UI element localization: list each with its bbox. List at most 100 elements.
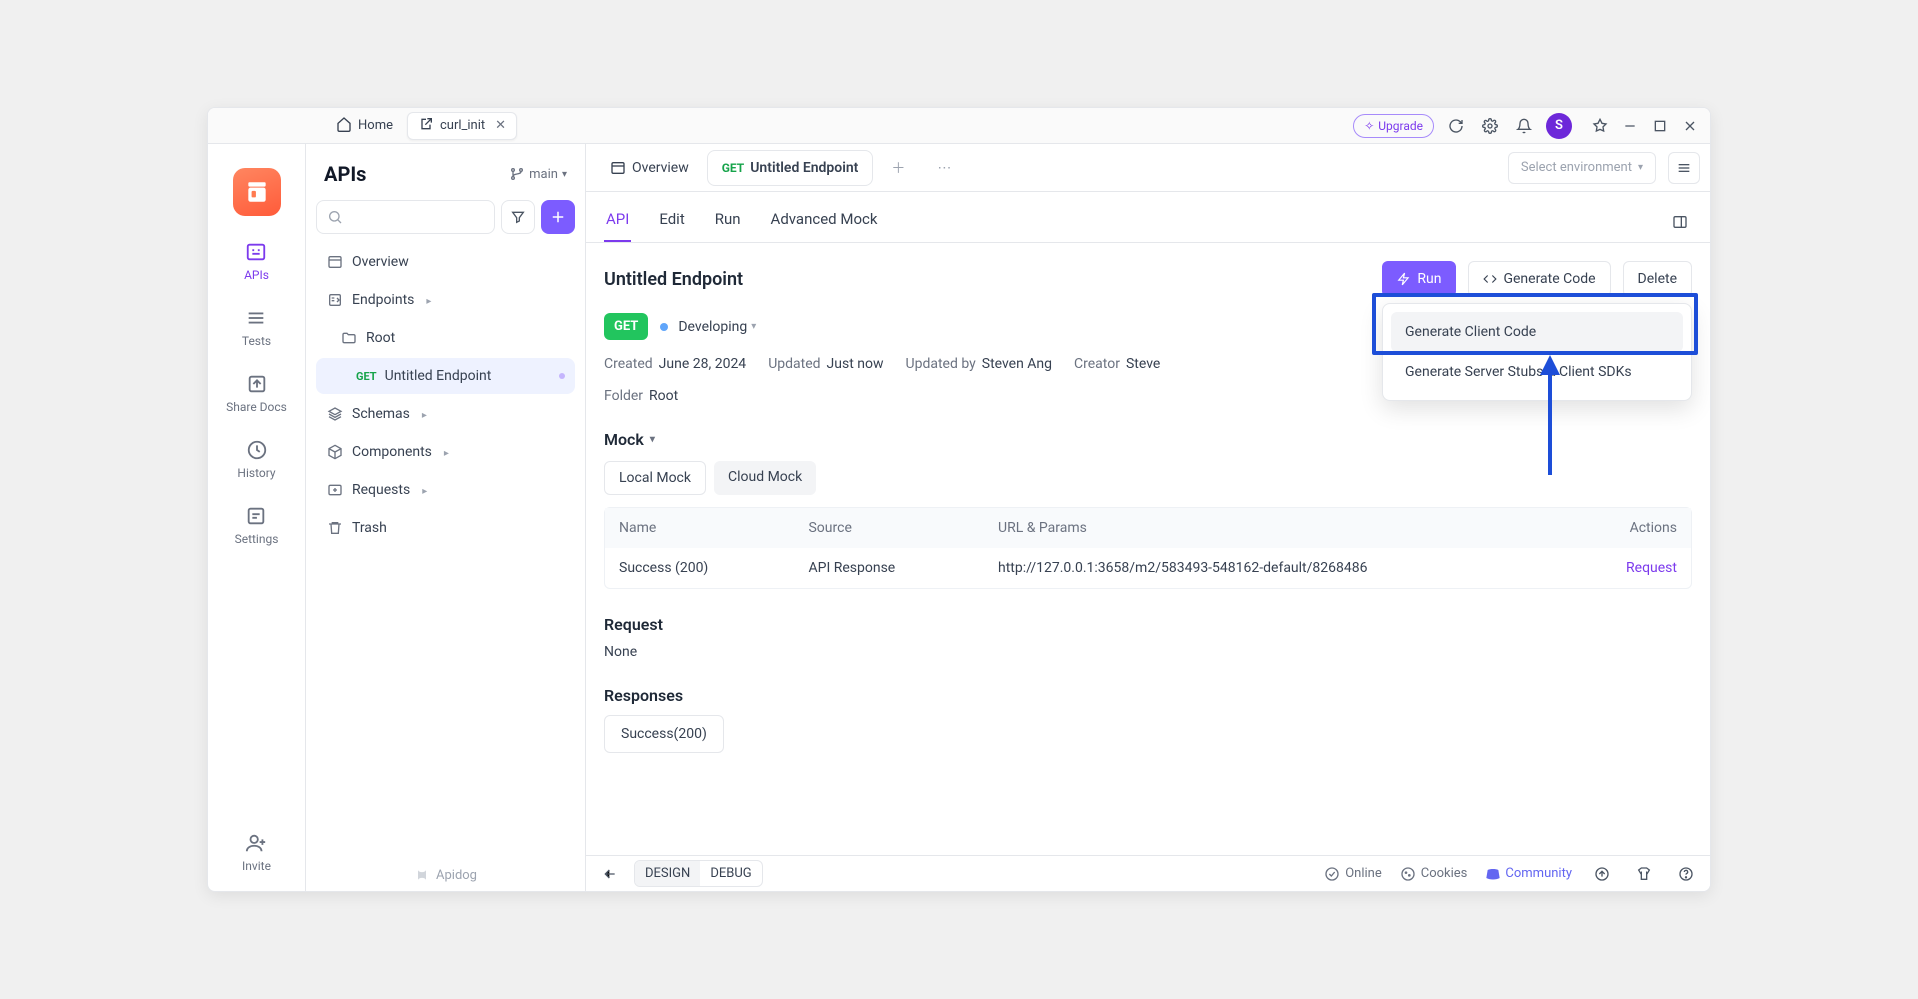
page-title: Untitled Endpoint — [604, 269, 1370, 290]
pin-icon[interactable] — [1588, 114, 1612, 138]
environment-select[interactable]: Select environment ▾ — [1508, 152, 1656, 184]
rail-tests[interactable]: Tests — [242, 306, 271, 348]
refresh-icon[interactable] — [1444, 114, 1468, 138]
collapse-sidebar-icon[interactable] — [598, 862, 622, 886]
tree-trash[interactable]: Trash — [316, 510, 575, 546]
panel-toggle-button[interactable] — [1668, 152, 1700, 184]
mock-tab-local[interactable]: Local Mock — [604, 461, 706, 495]
rail-settings-label: Settings — [235, 532, 279, 546]
status-community[interactable]: Community — [1485, 866, 1572, 882]
tree-requests[interactable]: Requests — [316, 472, 575, 508]
col-actions: Actions — [1551, 520, 1677, 536]
status-cookies[interactable]: Cookies — [1400, 866, 1468, 882]
mode-debug[interactable]: DEBUG — [700, 861, 761, 886]
meta-updated: UpdatedJust now — [768, 356, 883, 372]
bell-icon[interactable] — [1512, 114, 1536, 138]
maximize-icon[interactable] — [1648, 114, 1672, 138]
sparkle-icon: ✧ — [1364, 119, 1374, 133]
rail-sharedocs-label: Share Docs — [226, 400, 287, 414]
layout-toggle-icon[interactable] — [1668, 210, 1692, 234]
shirt-icon[interactable] — [1632, 862, 1656, 886]
subtab-api[interactable]: API — [604, 202, 631, 242]
chevron-right-icon — [422, 292, 431, 308]
cell-name: Success (200) — [619, 560, 808, 576]
tree-root[interactable]: Root — [316, 320, 575, 356]
tab-home[interactable]: Home — [326, 112, 403, 140]
dropdown-generate-stubs[interactable]: Generate Server Stubs & Client SDKs — [1391, 352, 1683, 392]
check-icon — [1324, 866, 1340, 882]
close-icon[interactable]: ✕ — [495, 118, 506, 133]
subtab-edit[interactable]: Edit — [657, 202, 686, 242]
tree-overview[interactable]: Overview — [316, 244, 575, 280]
run-button[interactable]: Run — [1382, 261, 1456, 297]
search-input[interactable] — [316, 200, 495, 234]
dropdown-generate-client[interactable]: Generate Client Code — [1391, 312, 1683, 352]
upload-icon[interactable] — [1590, 862, 1614, 886]
env-placeholder: Select environment — [1521, 160, 1632, 175]
upgrade-button[interactable]: ✧ Upgrade — [1353, 114, 1434, 138]
response-success-pill[interactable]: Success(200) — [604, 715, 724, 753]
status-dot-icon — [660, 323, 668, 331]
status-developing[interactable]: Developing ▾ — [660, 319, 756, 335]
cookie-icon — [1400, 866, 1416, 882]
mode-segmented: DESIGN DEBUG — [634, 860, 763, 887]
rail-sharedocs[interactable]: Share Docs — [226, 372, 287, 414]
code-icon — [1483, 272, 1497, 286]
filter-icon — [510, 209, 526, 225]
rail-history-label: History — [237, 466, 275, 480]
meta-folder: FolderRoot — [604, 388, 678, 404]
branch-icon — [509, 166, 525, 182]
tree-overview-label: Overview — [352, 254, 409, 270]
mock-tab-cloud[interactable]: Cloud Mock — [714, 461, 816, 495]
subtabs: API Edit Run Advanced Mock — [586, 192, 1710, 243]
request-section-title: Request — [604, 615, 1692, 634]
meta-creator: CreatorSteve — [1074, 356, 1160, 372]
main-tab-overview[interactable]: Overview — [596, 150, 703, 186]
tree-components[interactable]: Components — [316, 434, 575, 470]
help-icon[interactable] — [1674, 862, 1698, 886]
status-online[interactable]: Online — [1324, 866, 1382, 882]
tree-endpoints[interactable]: Endpoints — [316, 282, 575, 318]
requests-icon — [326, 482, 344, 498]
main-tab-endpoint[interactable]: GET Untitled Endpoint — [707, 150, 874, 186]
subtab-advanced-mock[interactable]: Advanced Mock — [769, 202, 880, 242]
close-icon[interactable] — [1678, 114, 1702, 138]
sidebar: APIs main ▾ Overview — [306, 144, 586, 891]
app-logo[interactable] — [233, 168, 281, 216]
meta-updated-by: Updated bySteven Ang — [906, 356, 1053, 372]
responses-section-title: Responses — [604, 686, 1692, 705]
add-button[interactable] — [541, 200, 575, 234]
filter-button[interactable] — [501, 200, 535, 234]
main-tabs: Overview GET Untitled Endpoint ＋ ⋯ Selec… — [586, 144, 1710, 192]
tree-root-label: Root — [366, 330, 395, 346]
branch-selector[interactable]: main ▾ — [509, 166, 567, 182]
subtab-run[interactable]: Run — [713, 202, 743, 242]
tree-schemas[interactable]: Schemas — [316, 396, 575, 432]
rail-settings[interactable]: Settings — [235, 504, 279, 546]
method-badge: GET — [604, 313, 648, 340]
avatar[interactable]: S — [1546, 113, 1572, 139]
mock-section-title[interactable]: Mock ▾ — [604, 430, 1692, 449]
generate-code-button[interactable]: Generate Code — [1468, 261, 1610, 297]
gear-icon[interactable] — [1478, 114, 1502, 138]
more-tab-button[interactable]: ⋯ — [923, 150, 965, 186]
minimize-icon[interactable] — [1618, 114, 1642, 138]
rail-history[interactable]: History — [237, 438, 275, 480]
rail-apis[interactable]: APIs — [244, 240, 269, 282]
tests-icon — [244, 306, 268, 330]
sidebar-title: APIs — [324, 162, 366, 186]
delete-button[interactable]: Delete — [1623, 261, 1692, 297]
titlebar: Home curl_init ✕ ✧ Upgrade S — [208, 108, 1710, 144]
chevron-down-icon: ▾ — [751, 321, 756, 332]
tab-curl-init[interactable]: curl_init ✕ — [407, 112, 517, 140]
col-source: Source — [808, 520, 998, 536]
delete-label: Delete — [1638, 271, 1677, 287]
tree-endpoint-untitled[interactable]: GET Untitled Endpoint — [316, 358, 575, 394]
rail-invite[interactable]: Invite — [242, 831, 271, 873]
add-tab-button[interactable]: ＋ — [877, 150, 919, 186]
chevron-down-icon: ▾ — [562, 169, 567, 180]
tree-requests-label: Requests — [352, 482, 410, 498]
mode-design[interactable]: DESIGN — [635, 861, 700, 886]
request-link[interactable]: Request — [1551, 560, 1677, 576]
tree-endpoint-label: Untitled Endpoint — [385, 368, 492, 384]
